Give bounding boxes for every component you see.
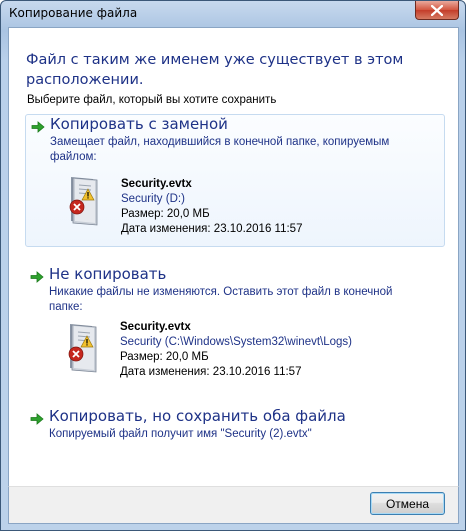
option-replace-description: Замещает файл, находившийся в конечной п… bbox=[50, 136, 390, 163]
option-keep-both-title: Копировать, но сохранить оба файла bbox=[49, 407, 346, 425]
conflict-heading: Файл с таким же именем уже существует в … bbox=[26, 52, 404, 88]
green-arrow-icon bbox=[30, 271, 44, 283]
file-location: Security (C:\Windows\System32\winevt\Log… bbox=[120, 336, 352, 348]
dialog-content: Файл с таким же именем уже существует в … bbox=[8, 27, 459, 487]
option-keep-both[interactable]: Копировать, но сохранить оба файла Копир… bbox=[25, 407, 443, 447]
option-dont-copy-description: Никакие файлы не изменяются. Оставить эт… bbox=[49, 286, 393, 313]
close-icon bbox=[431, 4, 443, 16]
option-dont-copy[interactable]: Не копировать Никакие файлы не изменяютс… bbox=[25, 265, 443, 383]
option-replace-title: Копировать с заменой bbox=[50, 115, 228, 133]
file-modified: Дата изменения: 23.10.2016 11:57 bbox=[121, 223, 303, 235]
dialog-footer: Отмена bbox=[8, 486, 459, 524]
file-size: Размер: 20,0 МБ bbox=[121, 208, 210, 220]
event-log-file-icon bbox=[63, 175, 101, 227]
error-icon bbox=[69, 199, 85, 215]
cancel-button[interactable]: Отмена bbox=[370, 492, 445, 515]
file-modified: Дата изменения: 23.10.2016 11:57 bbox=[120, 366, 302, 378]
file-name: Security.evtx bbox=[121, 178, 192, 190]
event-log-file-icon bbox=[62, 322, 100, 374]
file-name: Security.evtx bbox=[120, 321, 191, 333]
copy-file-dialog: Копирование файла Файл с таким же именем… bbox=[0, 0, 466, 531]
title-bar[interactable]: Копирование файла bbox=[1, 1, 465, 27]
option-keep-both-description: Копируемый файл получит имя "Security (2… bbox=[49, 428, 312, 440]
error-icon bbox=[68, 346, 84, 362]
green-arrow-icon bbox=[30, 413, 44, 425]
file-size: Размер: 20,0 МБ bbox=[120, 351, 209, 363]
green-arrow-icon bbox=[31, 121, 45, 133]
keep-file-info: Security.evtx Security (C:\Windows\Syste… bbox=[120, 320, 352, 380]
choose-file-instruction: Выберите файл, который вы хотите сохрани… bbox=[27, 94, 277, 106]
option-replace[interactable]: Копировать с заменой Замещает файл, нахо… bbox=[25, 114, 445, 247]
close-button[interactable] bbox=[415, 1, 459, 20]
file-location: Security (D:) bbox=[121, 193, 185, 205]
option-dont-copy-title: Не копировать bbox=[49, 265, 167, 283]
window-title: Копирование файла bbox=[9, 6, 138, 20]
replace-file-info: Security.evtx Security (D:) Размер: 20,0… bbox=[121, 177, 302, 237]
